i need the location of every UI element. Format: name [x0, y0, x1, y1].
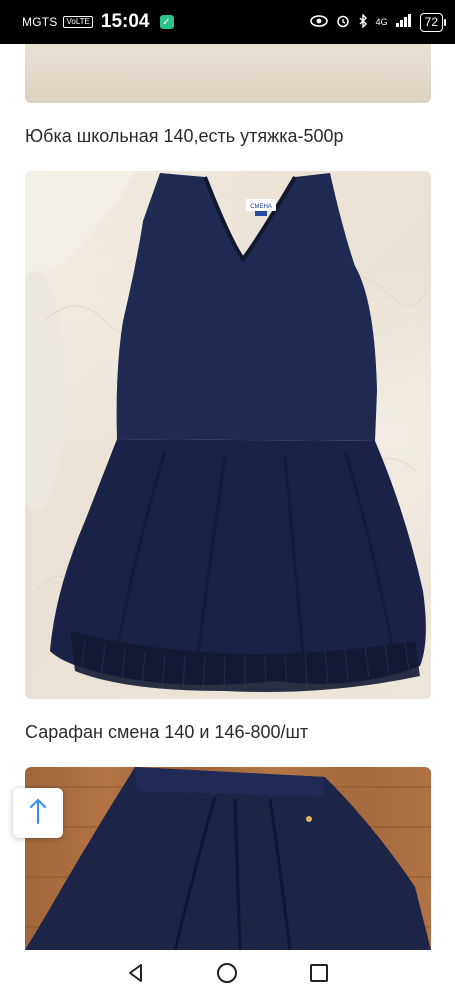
listing-photo-dress[interactable]: СМЕНА	[25, 171, 431, 699]
nav-recents-button[interactable]	[299, 955, 339, 995]
listing-photo-skirt-top[interactable]	[25, 44, 431, 103]
square-recents-icon	[309, 963, 329, 988]
dress-brand-label: СМЕНА	[250, 204, 272, 210]
bluetooth-icon	[358, 12, 368, 31]
navigation-bar	[0, 950, 455, 1000]
dress-image: СМЕНА	[25, 171, 426, 692]
listing-caption: Юбка школьная 140,есть утяжка-500р	[25, 126, 344, 146]
clock: 15:04	[100, 11, 150, 32]
nav-home-button[interactable]	[207, 955, 247, 995]
scroll-to-top-button[interactable]	[13, 788, 63, 838]
status-left: MGTS VoLTE 15:04 ✓	[22, 11, 174, 33]
alarm-icon	[336, 14, 350, 31]
circle-home-icon	[216, 962, 238, 989]
listing-photo-skirt[interactable]	[25, 767, 431, 950]
status-bar: MGTS VoLTE 15:04 ✓ 4G 72	[0, 0, 455, 44]
status-right: 4G 72	[309, 12, 447, 32]
arrow-up-icon	[28, 797, 48, 830]
network-type: 4G	[375, 16, 388, 27]
carrier-name: MGTS	[22, 15, 58, 29]
volte-badge: VoLTE	[63, 16, 93, 28]
triangle-back-icon	[126, 963, 146, 988]
skirt-image	[25, 767, 431, 950]
signal-icon	[395, 14, 412, 30]
eye-icon	[309, 14, 328, 30]
battery-indicator: 72	[419, 12, 447, 32]
nav-back-button[interactable]	[116, 955, 156, 995]
listing-caption: Сарафан смена 140 и 146-800/шт	[25, 722, 309, 742]
app-notification-icon: ✓	[159, 15, 174, 29]
